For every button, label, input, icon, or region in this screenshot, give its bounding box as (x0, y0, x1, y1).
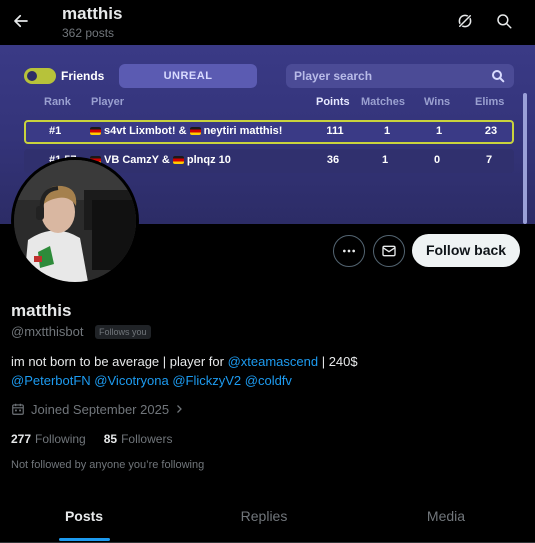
column-points: Points (316, 96, 350, 108)
top-bar: matthis 362 posts (0, 0, 535, 45)
more-options-button[interactable] (333, 235, 365, 267)
followers-link[interactable]: 85 Followers (104, 432, 173, 446)
follows-you-badge: Follows you (95, 325, 151, 339)
row-player: s4vt Lixmbot! & neytiri matthis! (90, 125, 282, 137)
bio-mention-link[interactable]: @xteamascend (228, 354, 319, 369)
grok-button[interactable] (452, 8, 478, 34)
tab-replies[interactable]: Replies (241, 508, 288, 524)
follow-back-button[interactable]: Follow back (412, 234, 520, 267)
profile-bio: im not born to be average | player for @… (11, 352, 511, 390)
row-elims: 23 (484, 125, 498, 137)
search-button[interactable] (491, 8, 517, 34)
follow-stats: 277 Following 85 Followers (11, 432, 172, 446)
germany-flag-icon (172, 156, 184, 165)
mention-link[interactable]: @FlickzyV2 (172, 373, 241, 388)
leaderboard-row: #1 s4vt Lixmbot! & neytiri matthis! 111 … (24, 120, 514, 144)
followers-count: 85 (103, 432, 118, 446)
mutual-followers-note: Not followed by anyone you’re following (11, 459, 205, 471)
grok-icon (457, 13, 473, 29)
banner-scrollbar (523, 93, 527, 224)
player-search-box: Player search (286, 64, 514, 88)
row-wins: 0 (433, 154, 441, 166)
column-player: Player (91, 96, 125, 108)
player-search-placeholder: Player search (294, 69, 373, 83)
row-player: VB CamzY & plnqz 10 (90, 154, 231, 166)
row-rank: #1 (49, 125, 62, 137)
germany-flag-icon (90, 127, 101, 136)
mention-link[interactable]: @PeterbotFN (11, 373, 91, 388)
avatar-photo (14, 160, 136, 282)
arrow-left-icon (14, 14, 28, 28)
tab-media[interactable]: Media (427, 508, 465, 524)
joined-text: Joined September 2025 (31, 401, 170, 417)
row-points: 36 (326, 154, 340, 166)
bio-text: | 240$ (318, 354, 358, 369)
row-points: 111 (326, 125, 344, 137)
row-elims: 7 (485, 154, 493, 166)
followers-label: Followers (121, 432, 173, 446)
avatar[interactable] (11, 157, 139, 285)
row-matches: 1 (381, 154, 389, 166)
following-label: Following (35, 432, 86, 446)
search-icon (497, 14, 512, 29)
following-link[interactable]: 277 Following (11, 432, 86, 446)
germany-flag-icon (189, 127, 201, 136)
friends-label: Friends (61, 69, 105, 83)
search-icon (492, 70, 505, 83)
mention-link[interactable]: @coldfv (245, 373, 292, 388)
profile-tabs: Posts Replies Media (0, 490, 535, 543)
envelope-icon (382, 245, 396, 257)
friends-toggle (24, 68, 56, 84)
back-button[interactable] (8, 6, 34, 36)
bio-text: im not born to be average | player for (11, 354, 228, 369)
header-title: matthis (62, 4, 123, 23)
column-wins: Wins (424, 96, 451, 108)
tab-posts[interactable]: Posts (65, 508, 103, 524)
row-wins: 1 (435, 125, 443, 137)
column-matches: Matches (361, 96, 406, 108)
calendar-icon (12, 403, 24, 415)
header-post-count: 362 posts (62, 26, 115, 40)
active-tab-indicator (59, 538, 110, 541)
row-matches: 1 (383, 125, 391, 137)
column-elims: Elims (475, 96, 505, 108)
joined-date[interactable]: Joined September 2025 (11, 401, 185, 417)
profile-handle: @mxtthisbot (11, 324, 84, 339)
following-count: 277 (11, 432, 32, 446)
profile-name: matthis (11, 301, 72, 320)
more-dots-icon (343, 249, 355, 253)
message-button[interactable] (373, 235, 405, 267)
mention-link[interactable]: @Vicotryona (94, 373, 168, 388)
column-rank: Rank (44, 96, 71, 108)
chevron-right-icon (177, 405, 182, 413)
mode-tab-unreal: UNREAL (119, 64, 257, 88)
